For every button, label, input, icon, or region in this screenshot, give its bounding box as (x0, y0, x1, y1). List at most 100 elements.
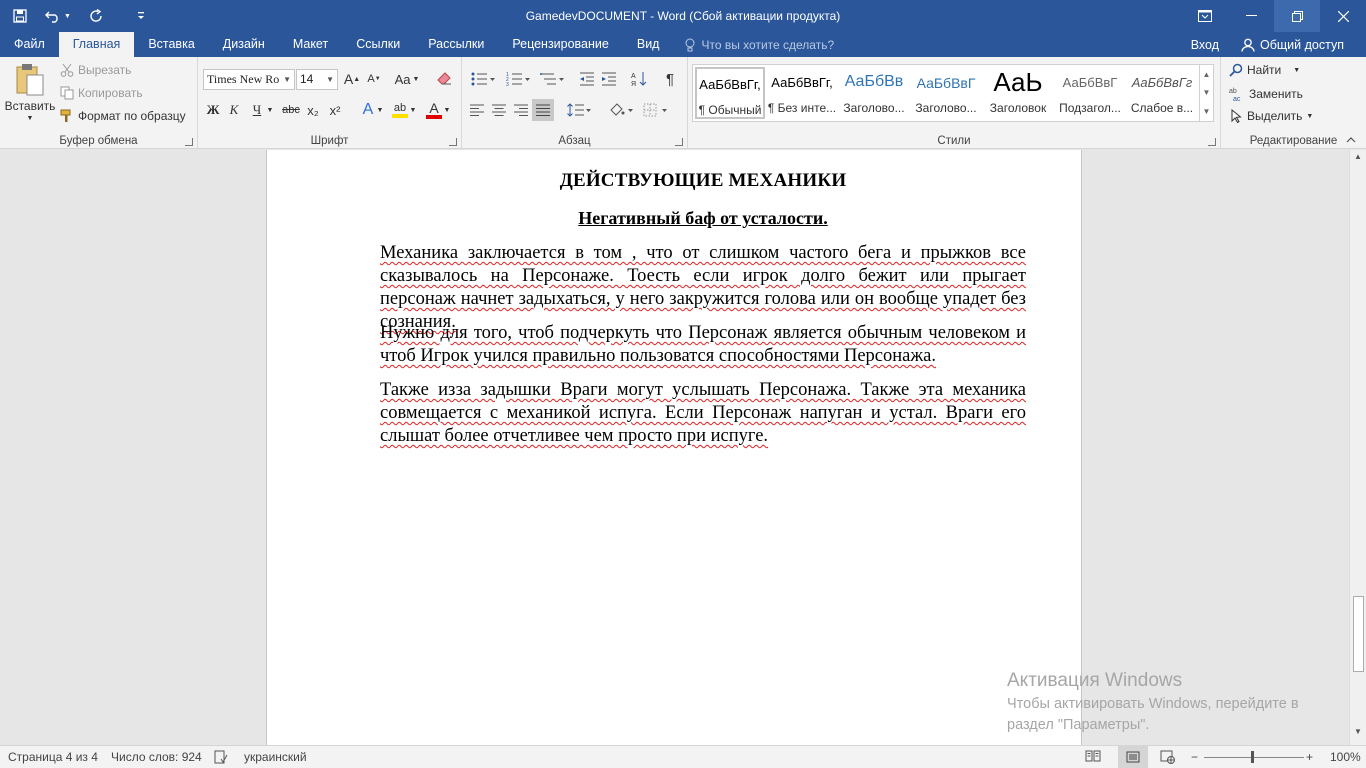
font-name-combo[interactable]: Times New Ro ▼ (203, 69, 295, 90)
zoom-slider[interactable] (1204, 757, 1304, 758)
word-count[interactable]: Число слов: 924 (111, 750, 202, 764)
svg-text:ac: ac (1233, 96, 1241, 102)
ribbon-display-options-button[interactable] (1182, 0, 1228, 32)
align-right-icon (514, 104, 528, 116)
style-heading-1[interactable]: АаБбВв Заголово... (839, 67, 909, 119)
align-center-button[interactable] (488, 99, 510, 121)
scrollbar-thumb[interactable] (1353, 596, 1364, 672)
font-color-dropdown-icon[interactable]: ▼ (442, 99, 452, 121)
redo-button[interactable] (76, 0, 116, 32)
tab-file[interactable]: Файл (0, 32, 59, 57)
document-page[interactable]: ДЕЙСТВУЮЩИЕ МЕХАНИКИ Негативный баф от у… (266, 150, 1082, 745)
bullets-button[interactable] (467, 68, 499, 90)
tab-mailings[interactable]: Рассылки (414, 32, 498, 57)
scroll-up-icon[interactable]: ▲ (1350, 152, 1366, 168)
subscript-button[interactable]: x₂ (302, 99, 324, 121)
read-mode-button[interactable] (1085, 750, 1101, 762)
copy-button[interactable]: Копировать (60, 86, 143, 100)
collapse-ribbon-button[interactable] (1346, 132, 1356, 146)
undo-button[interactable]: ▼ (40, 0, 76, 32)
italic-button[interactable]: К (223, 99, 245, 121)
chevron-up-icon[interactable]: ▲ (1203, 70, 1211, 79)
print-layout-button[interactable] (1118, 746, 1148, 768)
vertical-scrollbar[interactable]: ▲ ▼ (1349, 150, 1366, 745)
clipboard-launcher-icon[interactable] (185, 138, 193, 146)
tab-design[interactable]: Дизайн (209, 32, 279, 57)
bold-button[interactable]: Ж (202, 99, 224, 121)
style-heading-2[interactable]: АаБбВвГ Заголово... (911, 67, 981, 119)
select-button[interactable]: Выделить ▼ (1229, 109, 1313, 123)
find-button[interactable]: Найти ▼ (1229, 63, 1300, 77)
font-size-combo[interactable]: 14 ▼ (296, 69, 338, 90)
restore-button[interactable] (1274, 0, 1320, 32)
decrease-indent-button[interactable] (576, 68, 598, 90)
customize-qat-button[interactable] (116, 0, 166, 32)
shrink-font-button[interactable]: A ▼ (363, 68, 385, 90)
undo-dropdown-icon[interactable]: ▼ (64, 13, 71, 20)
tab-references[interactable]: Ссылки (342, 32, 414, 57)
tab-layout[interactable]: Макет (279, 32, 342, 57)
font-group-label: Шрифт (310, 135, 349, 147)
proofing-status[interactable] (214, 750, 228, 764)
paragraph-launcher-icon[interactable] (675, 138, 683, 146)
strikethrough-button[interactable]: abc (280, 99, 302, 121)
save-button[interactable] (0, 0, 40, 32)
sort-button[interactable]: AЯ (628, 68, 650, 90)
font-size-value: 14 (300, 72, 314, 86)
change-case-button[interactable]: Aa ▼ (392, 68, 422, 90)
cut-button[interactable]: Вырезать (60, 63, 131, 77)
numbering-button[interactable]: 123 (502, 68, 534, 90)
line-spacing-button[interactable] (564, 99, 594, 121)
text-effects-dropdown-icon[interactable]: ▼ (375, 99, 385, 121)
styles-launcher-icon[interactable] (1208, 138, 1216, 146)
close-button[interactable] (1320, 0, 1366, 32)
more-styles-icon[interactable]: ▼ (1203, 107, 1211, 116)
superscript-button[interactable]: x² (324, 99, 346, 121)
style-sample: АаБбВвГг, (771, 75, 833, 90)
align-left-button[interactable] (466, 99, 488, 121)
borders-button[interactable] (640, 99, 670, 121)
scroll-down-icon[interactable]: ▼ (1350, 727, 1366, 743)
web-layout-button[interactable] (1160, 750, 1176, 764)
language-indicator[interactable]: украинский (244, 750, 307, 764)
format-painter-button[interactable]: Формат по образцу (60, 109, 186, 123)
chevron-down-icon[interactable]: ▼ (1203, 88, 1211, 97)
align-right-button[interactable] (510, 99, 532, 121)
grow-font-button[interactable]: A ▲ (341, 68, 363, 90)
style-no-spacing[interactable]: АаБбВвГг, ¶ Без инте... (767, 67, 837, 119)
paste-label: Вставить (4, 99, 56, 113)
paragraph-group-label: Абзац (558, 135, 591, 147)
paste-button[interactable]: Вставить ▼ (4, 63, 56, 122)
share-button[interactable]: Общий доступ (1233, 38, 1366, 52)
zoom-slider-handle[interactable] (1251, 751, 1254, 763)
zoom-out-button[interactable]: − (1191, 750, 1198, 764)
minimize-button[interactable] (1228, 0, 1274, 32)
font-launcher-icon[interactable] (449, 138, 457, 146)
sign-in-link[interactable]: Вход (1177, 38, 1233, 52)
style-title[interactable]: АаЬ Заголовок (983, 67, 1053, 119)
window-title: GamedevDOCUMENT - Word (Сбой активации п… (525, 9, 841, 23)
show-formatting-marks-button[interactable]: ¶ (659, 68, 681, 90)
ribbon-home: Вставить ▼ Вырезать Копировать Формат по… (0, 57, 1366, 149)
tell-me-box[interactable]: Что вы хотите сделать? (673, 32, 834, 57)
zoom-in-button[interactable]: + (1306, 750, 1313, 764)
clear-formatting-button[interactable] (434, 68, 456, 90)
page-count[interactable]: Страница 4 из 4 (8, 750, 98, 764)
justify-button[interactable] (532, 99, 554, 121)
zoom-level[interactable]: 100% (1330, 750, 1361, 764)
highlight-dropdown-icon[interactable]: ▼ (408, 99, 418, 121)
person-icon (1241, 38, 1255, 52)
replace-button[interactable]: ab ac Заменить (1229, 86, 1303, 102)
style-subtle-emphasis[interactable]: АаБбВвГг Слабое в... (1127, 67, 1197, 119)
increase-indent-button[interactable] (598, 68, 620, 90)
shading-button[interactable] (606, 99, 636, 121)
multilevel-list-icon (540, 73, 564, 85)
tab-insert[interactable]: Вставка (134, 32, 208, 57)
tab-view[interactable]: Вид (623, 32, 674, 57)
style-normal[interactable]: АаБбВвГг, ¶ Обычный (695, 67, 765, 119)
tab-home[interactable]: Главная (58, 32, 135, 57)
multilevel-list-button[interactable] (536, 68, 568, 90)
tab-review[interactable]: Рецензирование (498, 32, 623, 57)
style-subtitle[interactable]: АаБбВвГ Подзагол... (1055, 67, 1125, 119)
underline-dropdown-icon[interactable]: ▼ (264, 99, 276, 121)
